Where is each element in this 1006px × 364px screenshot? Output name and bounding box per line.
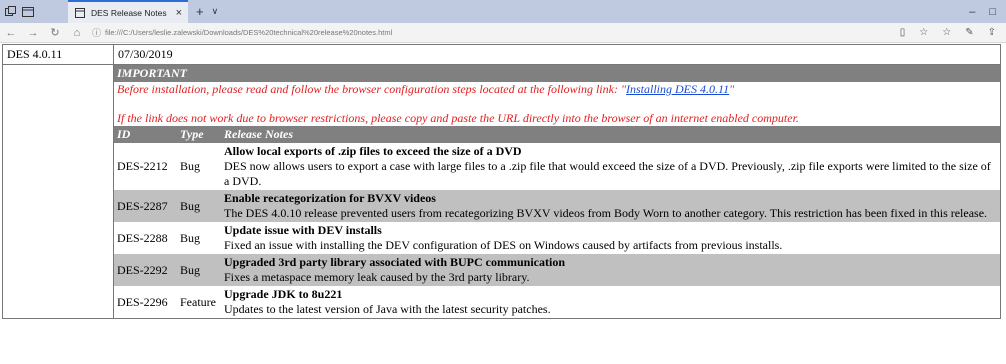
item-id: DES-2292 xyxy=(114,254,177,286)
info-icon[interactable]: ⓘ xyxy=(92,26,101,39)
item-description: Fixes a metaspace memory leak caused by … xyxy=(224,270,530,284)
installing-des-link[interactable]: Installing DES 4.0.11 xyxy=(626,82,729,96)
version-cell: DES 4.0.11 xyxy=(2,44,114,65)
important-line-2: If the link does not work due to browser… xyxy=(117,111,799,125)
item-type: Bug xyxy=(177,222,221,254)
back-icon[interactable]: ← xyxy=(4,27,18,39)
item-title: Allow local exports of .zip files to exc… xyxy=(224,144,522,158)
item-notes: Allow local exports of .zip files to exc… xyxy=(221,143,1000,190)
favorite-star-icon[interactable]: ☆ xyxy=(919,27,928,38)
url-field[interactable]: ⓘ file:///C:/Users/leslie.zalewski/Downl… xyxy=(92,26,892,39)
share-icon[interactable]: ⇪ xyxy=(988,27,996,38)
item-type: Bug xyxy=(177,254,221,286)
favorites-icon[interactable]: ☆ xyxy=(942,27,951,38)
release-date: 07/30/2019 xyxy=(113,44,1001,65)
item-description: DES now allows users to export a case wi… xyxy=(224,159,991,188)
forward-icon[interactable]: → xyxy=(26,27,40,39)
pen-icon[interactable]: ✎ xyxy=(965,27,973,38)
tab-title: DES Release Notes xyxy=(91,7,167,18)
table-row: DES-2288 Bug Update issue with DEV insta… xyxy=(114,222,1000,254)
minimize-icon[interactable]: – xyxy=(969,6,975,18)
maximize-icon[interactable]: □ xyxy=(989,6,996,18)
important-line-1-prefix: Before installation, please read and fol… xyxy=(117,82,626,96)
window-controls: – □ xyxy=(969,0,1006,23)
release-details-cell: IMPORTANT Before installation, please re… xyxy=(113,64,1001,319)
item-type: Feature xyxy=(177,286,221,318)
important-text-row: Before installation, please read and fol… xyxy=(114,82,1000,126)
item-title: Upgraded 3rd party library associated wi… xyxy=(224,255,565,269)
item-title: Enable recategorization for BVXV videos xyxy=(224,191,436,205)
important-header: IMPORTANT xyxy=(114,65,1000,82)
item-description: Fixed an issue with installing the DEV c… xyxy=(224,238,783,252)
item-description: The DES 4.0.10 release prevented users f… xyxy=(224,206,988,220)
important-text: Before installation, please read and fol… xyxy=(114,82,1000,126)
item-id: DES-2287 xyxy=(114,190,177,222)
tab-actions-icon[interactable] xyxy=(4,6,16,18)
reading-view-icon[interactable]: ▯ xyxy=(900,27,906,38)
refresh-icon[interactable]: ↻ xyxy=(48,26,62,39)
column-header-type: Type xyxy=(177,126,221,143)
item-title: Upgrade JDK to 8u221 xyxy=(224,287,343,301)
tab-strip-actions: + ∨ xyxy=(188,0,226,23)
column-header-id: ID xyxy=(114,126,177,143)
column-header-notes: Release Notes xyxy=(221,126,1000,143)
item-id: DES-2296 xyxy=(114,286,177,318)
item-type: Bug xyxy=(177,190,221,222)
title-bar-spacer xyxy=(226,0,969,23)
page-content: DES 4.0.11 07/30/2019 IMPORTANT Before i… xyxy=(0,44,1006,364)
item-notes: Enable recategorization for BVXV videos … xyxy=(221,190,1000,222)
important-line-1-suffix: " xyxy=(729,82,735,96)
release-table: DES 4.0.11 07/30/2019 IMPORTANT Before i… xyxy=(2,44,1001,319)
table-row: DES-2292 Bug Upgraded 3rd party library … xyxy=(114,254,1000,286)
address-bar-actions: ▯ ☆ ☆ ✎ ⇪ xyxy=(900,27,1002,38)
item-notes: Upgraded 3rd party library associated wi… xyxy=(221,254,1000,286)
important-line-1: Before installation, please read and fol… xyxy=(117,82,997,97)
title-bar: DES Release Notes × + ∨ – □ xyxy=(0,0,1006,23)
important-header-row: IMPORTANT xyxy=(114,65,1000,82)
release-details-table: IMPORTANT Before installation, please re… xyxy=(114,65,1000,318)
tab-close-icon[interactable]: × xyxy=(176,7,182,19)
url-text: file:///C:/Users/leslie.zalewski/Downloa… xyxy=(105,28,393,37)
new-tab-icon[interactable]: + xyxy=(196,4,204,19)
version-spacer-cell xyxy=(2,64,114,319)
table-row: DES-2287 Bug Enable recategorization for… xyxy=(114,190,1000,222)
item-id: DES-2288 xyxy=(114,222,177,254)
page-icon xyxy=(74,7,86,19)
tab-list-chevron-down-icon[interactable]: ∨ xyxy=(212,6,219,17)
item-type: Bug xyxy=(177,143,221,190)
column-header-row: ID Type Release Notes xyxy=(114,126,1000,143)
table-row: DES-2296 Feature Upgrade JDK to 8u221 Up… xyxy=(114,286,1000,318)
item-notes: Upgrade JDK to 8u221 Updates to the late… xyxy=(221,286,1000,318)
title-bar-left xyxy=(0,0,68,23)
set-tabs-aside-icon[interactable] xyxy=(22,6,34,18)
table-row: DES-2212 Bug Allow local exports of .zip… xyxy=(114,143,1000,190)
tab-des-release-notes[interactable]: DES Release Notes × xyxy=(68,0,188,23)
item-title: Update issue with DEV installs xyxy=(224,223,382,237)
home-icon[interactable]: ⌂ xyxy=(70,27,84,39)
address-bar: ← → ↻ ⌂ ⓘ file:///C:/Users/leslie.zalews… xyxy=(0,23,1006,43)
item-id: DES-2212 xyxy=(114,143,177,190)
item-description: Updates to the latest version of Java wi… xyxy=(224,302,551,316)
item-notes: Update issue with DEV installs Fixed an … xyxy=(221,222,1000,254)
